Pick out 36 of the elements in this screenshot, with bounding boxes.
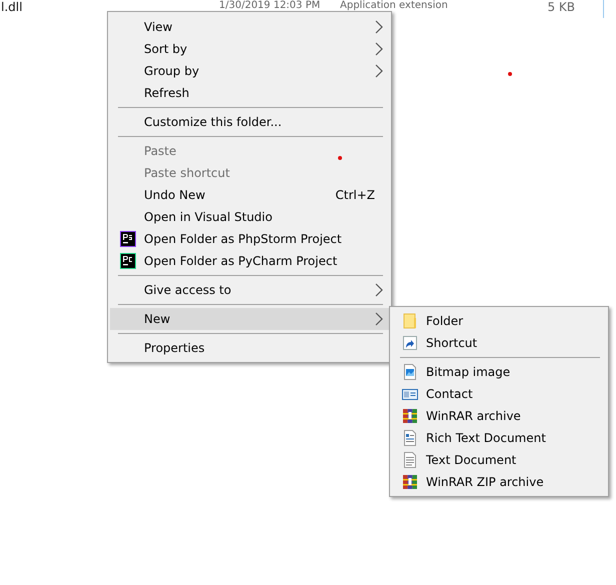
archive-books-icon (402, 408, 418, 424)
contact-card-icon (402, 386, 418, 402)
menu-item[interactable]: Group by (110, 60, 389, 82)
pycharm-icon (120, 253, 136, 269)
file-name: l.dll (0, 0, 24, 15)
menu-item[interactable]: Open Folder as PyCharm Project (110, 250, 389, 272)
file-type: Application extension (340, 0, 449, 11)
menu-item[interactable]: Properties (110, 337, 389, 359)
menu-item[interactable]: Rich Text Document (392, 427, 606, 449)
menu-item[interactable]: Customize this folder... (110, 111, 389, 133)
text-document-icon (402, 452, 418, 468)
menu-item[interactable]: Bitmap image (392, 361, 606, 383)
folder-icon (402, 313, 418, 329)
phpstorm-icon (120, 231, 136, 247)
menu-item[interactable]: WinRAR archive (392, 405, 606, 427)
menu-item[interactable]: Open in Visual Studio (110, 206, 389, 228)
menu-item[interactable]: WinRAR ZIP archive (392, 471, 606, 493)
rich-document-icon (402, 430, 418, 446)
menu-item[interactable]: Text Document (392, 449, 606, 471)
menu-item[interactable]: New (110, 308, 389, 330)
archive-books-icon (402, 474, 418, 490)
file-date: 1/30/2019 12:03 PM (219, 0, 322, 11)
dot-mark (338, 156, 342, 160)
dot-mark (508, 72, 512, 76)
shortcut-text: Ctrl+Z (335, 188, 375, 202)
menu-item[interactable]: Folder (392, 310, 606, 332)
menu-item[interactable]: Sort by (110, 38, 389, 60)
menu-item[interactable]: View (110, 16, 389, 38)
menu-item[interactable]: Give access to (110, 279, 389, 301)
file-size: 5 KB (546, 0, 576, 15)
menu-item[interactable]: Contact (392, 383, 606, 405)
image-file-icon (402, 364, 418, 380)
menu-item[interactable]: Shortcut (392, 332, 606, 354)
menu-item[interactable]: Refresh (110, 82, 389, 104)
menu-item[interactable]: Undo New Ctrl+Z (110, 184, 389, 206)
menu-item[interactable]: Open Folder as PhpStorm Project (110, 228, 389, 250)
